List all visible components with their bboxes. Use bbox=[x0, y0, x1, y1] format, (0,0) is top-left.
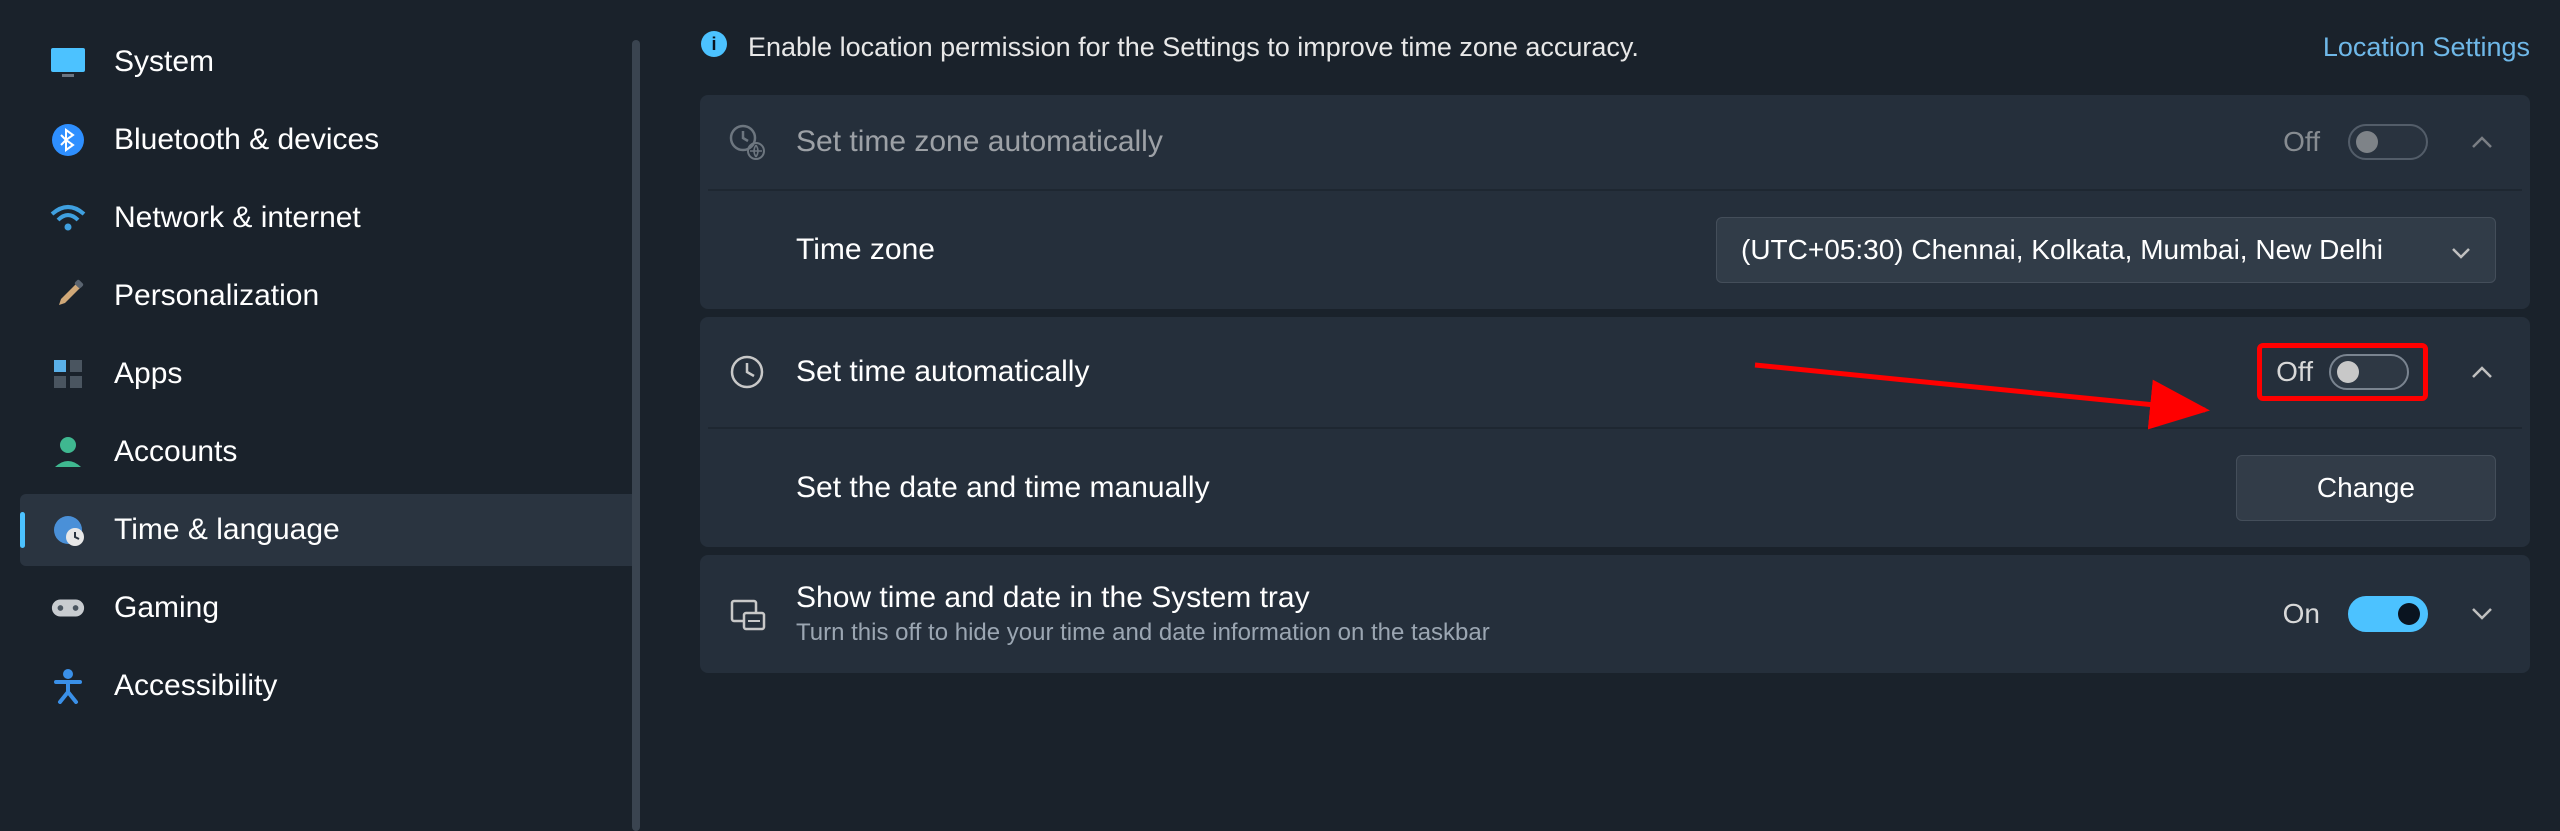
sidebar-item-accessibility[interactable]: Accessibility bbox=[20, 650, 640, 722]
auto-timezone-card: Set time zone automatically Off Time zon… bbox=[700, 95, 2530, 309]
auto-timezone-toggle[interactable] bbox=[2348, 124, 2428, 160]
toggle-state: Off bbox=[2283, 126, 2320, 158]
sidebar-item-time-language[interactable]: Time & language bbox=[20, 494, 640, 566]
tray-toggle[interactable] bbox=[2348, 596, 2428, 632]
chevron-down-icon[interactable] bbox=[2468, 600, 2496, 628]
sidebar-item-accounts[interactable]: Accounts bbox=[20, 416, 640, 488]
info-icon: i bbox=[700, 30, 728, 65]
tray-icon bbox=[726, 593, 768, 635]
sidebar-item-apps[interactable]: Apps bbox=[20, 338, 640, 410]
info-banner: i Enable location permission for the Set… bbox=[700, 20, 2530, 95]
wifi-icon bbox=[50, 200, 86, 236]
tray-row[interactable]: Show time and date in the System tray Tu… bbox=[700, 555, 2530, 673]
auto-timezone-row[interactable]: Set time zone automatically Off bbox=[700, 95, 2530, 189]
sidebar-label: Network & internet bbox=[114, 201, 361, 235]
person-icon bbox=[50, 434, 86, 470]
sidebar-item-personalization[interactable]: Personalization bbox=[20, 260, 640, 332]
row-title: Show time and date in the System tray bbox=[796, 581, 2255, 615]
timezone-row: Time zone (UTC+05:30) Chennai, Kolkata, … bbox=[700, 191, 2530, 309]
row-title: Set time automatically bbox=[796, 355, 2229, 389]
sidebar-label: Apps bbox=[114, 357, 182, 391]
sidebar-item-network[interactable]: Network & internet bbox=[20, 182, 640, 254]
gamepad-icon bbox=[50, 590, 86, 626]
sidebar-label: Gaming bbox=[114, 591, 219, 625]
banner-text: Enable location permission for the Setti… bbox=[748, 32, 1639, 63]
sidebar-label: System bbox=[114, 45, 214, 79]
auto-time-toggle[interactable] bbox=[2329, 354, 2409, 390]
chevron-up-icon[interactable] bbox=[2468, 358, 2496, 386]
auto-time-row[interactable]: Set time automatically Off bbox=[700, 317, 2530, 427]
main-content: i Enable location permission for the Set… bbox=[640, 0, 2560, 831]
sidebar-item-bluetooth[interactable]: Bluetooth & devices bbox=[20, 104, 640, 176]
toggle-state: On bbox=[2283, 598, 2320, 630]
chevron-down-icon bbox=[2451, 234, 2471, 266]
clock-globe-icon bbox=[726, 121, 768, 163]
apps-icon bbox=[50, 356, 86, 392]
change-button[interactable]: Change bbox=[2236, 455, 2496, 521]
sidebar-label: Personalization bbox=[114, 279, 319, 313]
row-title: Time zone bbox=[796, 233, 1688, 267]
location-settings-link[interactable]: Location Settings bbox=[2323, 32, 2530, 63]
row-title: Set time zone automatically bbox=[796, 125, 2255, 159]
sidebar-label: Time & language bbox=[114, 513, 340, 547]
auto-time-card: Set time automatically Off Set the date … bbox=[700, 317, 2530, 547]
highlight-annotation: Off bbox=[2257, 343, 2428, 401]
brush-icon bbox=[50, 278, 86, 314]
globe-clock-icon bbox=[50, 512, 86, 548]
tray-card: Show time and date in the System tray Tu… bbox=[700, 555, 2530, 673]
system-icon bbox=[50, 44, 86, 80]
bluetooth-icon bbox=[50, 122, 86, 158]
accessibility-icon bbox=[50, 668, 86, 704]
manual-time-row: Set the date and time manually Change bbox=[700, 429, 2530, 547]
chevron-up-icon[interactable] bbox=[2468, 128, 2496, 156]
sidebar-label: Bluetooth & devices bbox=[114, 123, 379, 157]
row-subtitle: Turn this off to hide your time and date… bbox=[796, 619, 2255, 647]
sidebar-item-gaming[interactable]: Gaming bbox=[20, 572, 640, 644]
toggle-state: Off bbox=[2276, 356, 2313, 388]
sidebar: System Bluetooth & devices Network & int… bbox=[0, 0, 640, 831]
svg-text:i: i bbox=[711, 34, 716, 54]
sidebar-label: Accounts bbox=[114, 435, 237, 469]
dropdown-value: (UTC+05:30) Chennai, Kolkata, Mumbai, Ne… bbox=[1741, 234, 2431, 266]
sidebar-label: Accessibility bbox=[114, 669, 277, 703]
sidebar-item-system[interactable]: System bbox=[20, 26, 640, 98]
timezone-dropdown[interactable]: (UTC+05:30) Chennai, Kolkata, Mumbai, Ne… bbox=[1716, 217, 2496, 283]
clock-icon bbox=[726, 351, 768, 393]
row-title: Set the date and time manually bbox=[796, 471, 2208, 505]
